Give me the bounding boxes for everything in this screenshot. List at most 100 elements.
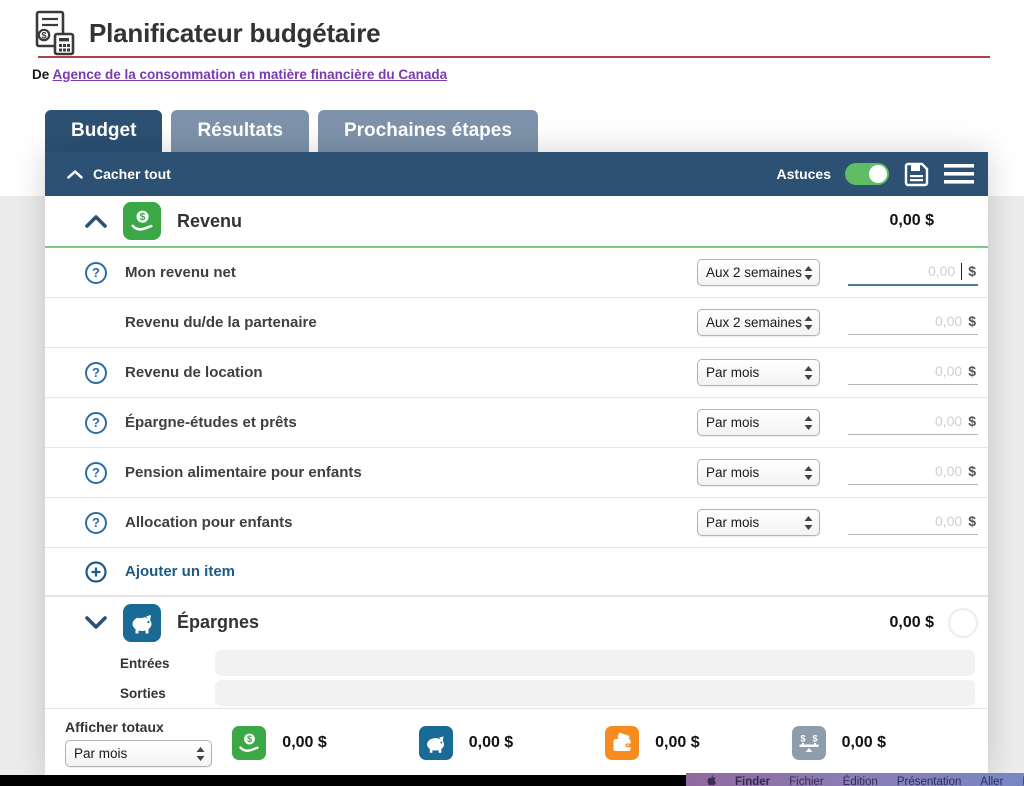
income-section-total: 0,00 $ — [890, 212, 934, 230]
frequency-value: Aux 2 semaines — [706, 265, 804, 280]
total-balance: $ $ 0,00 $ — [792, 726, 978, 760]
row-label: Épargne-études et prêts — [125, 414, 297, 431]
amount-input[interactable]: 0,00 $ — [848, 260, 978, 286]
income-row-education-savings: ? Épargne-études et prêts Par mois 0,00 … — [45, 398, 988, 448]
frequency-select[interactable]: Par mois — [697, 459, 820, 486]
total-expenses: 0,00 $ — [605, 726, 791, 760]
bottom-black-bar — [0, 775, 686, 786]
menubar-item-fichier[interactable]: Fichier — [789, 774, 824, 786]
row-controls: Par mois 0,00 $ — [697, 409, 978, 436]
menubar-item-aller[interactable]: Aller — [980, 774, 1003, 786]
row-controls: Par mois 0,00 $ — [697, 509, 978, 536]
select-arrows-icon — [804, 366, 813, 380]
amount-placeholder: 0,00 — [935, 363, 962, 379]
outflow-label: Sorties — [120, 686, 215, 701]
wallet-icon — [605, 726, 639, 760]
svg-text:$: $ — [800, 734, 805, 744]
svg-text:$: $ — [41, 31, 46, 41]
frequency-select[interactable]: Aux 2 semaines — [697, 259, 820, 286]
add-item-label: Ajouter un item — [125, 563, 235, 580]
frequency-select[interactable]: Par mois — [697, 509, 820, 536]
frequency-select[interactable]: Aux 2 semaines — [697, 309, 820, 336]
help-icon[interactable]: ? — [85, 262, 107, 284]
select-arrows-icon — [804, 516, 813, 530]
totals-frequency-select[interactable]: Par mois — [65, 740, 212, 767]
tab-resultats[interactable]: Résultats — [171, 110, 309, 152]
menubar-item-presentation[interactable]: Présentation — [897, 774, 962, 786]
amount-placeholder: 0,00 — [935, 513, 962, 529]
chevron-up-icon[interactable] — [85, 214, 107, 228]
tips-toggle[interactable] — [845, 163, 889, 185]
svg-text:$: $ — [812, 734, 817, 744]
help-icon[interactable]: ? — [85, 462, 107, 484]
save-icon[interactable] — [903, 161, 930, 188]
menu-icon[interactable] — [944, 163, 974, 185]
row-controls: Par mois 0,00 $ — [697, 459, 978, 486]
total-savings-value: 0,00 $ — [469, 734, 513, 752]
totals-frequency-block: Afficher totaux Par mois — [65, 719, 232, 767]
plus-circle-icon — [85, 561, 107, 583]
tab-bar: Budget Résultats Prochaines étapes — [45, 110, 538, 152]
frequency-select[interactable]: Par mois — [697, 359, 820, 386]
amount-input[interactable]: 0,00 $ — [848, 510, 978, 535]
menubar-item-edition[interactable]: Édition — [843, 774, 878, 786]
menubar-item-finder[interactable]: Finder — [735, 774, 770, 786]
tab-budget[interactable]: Budget — [45, 110, 162, 152]
total-balance-value: 0,00 $ — [842, 734, 886, 752]
chevron-up-icon — [67, 169, 83, 180]
help-icon[interactable]: ? — [85, 412, 107, 434]
totals-caption: Afficher totaux — [65, 719, 232, 735]
budget-toolbar: Cacher tout Astuces — [45, 152, 988, 196]
currency-suffix: $ — [968, 363, 976, 379]
svg-text:$: $ — [247, 734, 252, 744]
amount-input[interactable]: 0,00 $ — [848, 360, 978, 385]
page-title: Planificateur budgétaire — [89, 18, 380, 49]
total-income: $ 0,00 $ — [232, 726, 418, 760]
amount-input[interactable]: 0,00 $ — [848, 460, 978, 485]
row-label: Revenu du/de la partenaire — [125, 314, 317, 331]
outflow-bar — [215, 680, 975, 706]
select-arrows-icon — [804, 466, 813, 480]
balance-scale-icon: $ $ — [792, 726, 826, 760]
income-section-header: $ Revenu 0,00 $ — [45, 196, 988, 248]
income-row-child-support: ? Pension alimentaire pour enfants Par m… — [45, 448, 988, 498]
help-icon[interactable]: ? — [85, 362, 107, 384]
progress-ring — [948, 608, 978, 638]
inflow-label: Entrées — [120, 656, 215, 671]
select-arrows-icon — [804, 316, 813, 330]
frequency-value: Par mois — [74, 746, 196, 761]
income-hand-coin-icon: $ — [232, 726, 266, 760]
totals-bar: Afficher totaux Par mois $ 0,00 $ — [45, 708, 988, 777]
title-divider — [38, 56, 990, 58]
amount-input[interactable]: 0,00 $ — [848, 310, 978, 335]
currency-suffix: $ — [968, 413, 976, 429]
row-label: Revenu de location — [125, 364, 263, 381]
collapse-all-button[interactable]: Cacher tout — [67, 166, 171, 182]
amount-placeholder: 0,00 — [935, 463, 962, 479]
frequency-value: Par mois — [706, 365, 804, 380]
row-controls: Aux 2 semaines 0,00 $ — [697, 259, 978, 286]
amount-input[interactable]: 0,00 $ — [848, 410, 978, 435]
income-row-rental: ? Revenu de location Par mois 0,00 $ — [45, 348, 988, 398]
chevron-down-icon[interactable] — [85, 616, 107, 630]
tips-label: Astuces — [777, 166, 831, 182]
select-arrows-icon — [804, 266, 813, 280]
inflow-bar — [215, 650, 975, 676]
frequency-value: Par mois — [706, 415, 804, 430]
income-row-child-benefit: ? Allocation pour enfants Par mois 0,00 … — [45, 498, 988, 548]
apple-logo-icon — [706, 775, 716, 786]
text-caret — [961, 263, 962, 280]
add-item-button[interactable]: Ajouter un item — [45, 548, 988, 596]
tab-prochaines-etapes[interactable]: Prochaines étapes — [318, 110, 538, 152]
row-label: Pension alimentaire pour enfants — [125, 464, 362, 481]
frequency-value: Aux 2 semaines — [706, 315, 804, 330]
frequency-value: Par mois — [706, 465, 804, 480]
help-icon[interactable]: ? — [85, 512, 107, 534]
byline-prefix: De — [32, 67, 49, 82]
amount-placeholder: 0,00 — [935, 313, 962, 329]
savings-section-title: Épargnes — [177, 612, 259, 633]
agency-link[interactable]: Agence de la consommation en matière fin… — [53, 67, 448, 82]
outflow-row: Sorties — [45, 678, 988, 708]
piggy-bank-icon — [123, 604, 161, 642]
frequency-select[interactable]: Par mois — [697, 409, 820, 436]
